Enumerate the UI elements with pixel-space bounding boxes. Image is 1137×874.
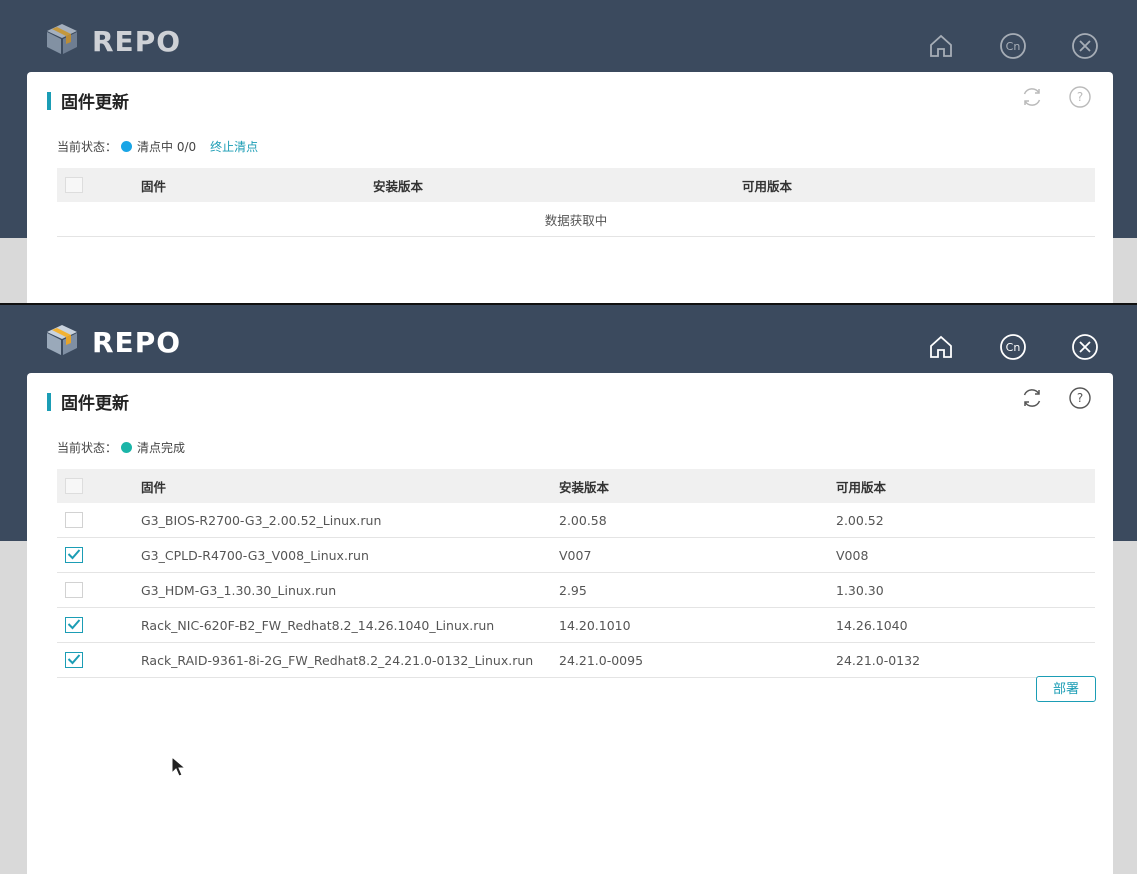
status-text: 清点完成 <box>137 441 186 455</box>
home-icon[interactable] <box>921 327 961 367</box>
status-dot <box>121 141 133 152</box>
status-label: 当前状态： <box>57 441 118 455</box>
title-accent-bar <box>47 91 51 110</box>
screenshot-complete: REPO Cn 固件更新 ? 当前状态： 清点完成 固件 安装版本 可用版本 G… <box>0 305 1137 874</box>
header-actions: Cn <box>921 327 1105 367</box>
mouse-cursor-icon <box>170 755 188 782</box>
firmware-update-panel: 固件更新 ? 当前状态： 清点中 0/0 终止清点 固件 安装版本 可用版本 数… <box>27 72 1113 303</box>
loading-row: 数据获取中 <box>57 202 1095 237</box>
table-row[interactable]: G3_BIOS-R2700-G3_2.00.52_Linux.run 2.00.… <box>57 503 1095 538</box>
installed-version: 14.20.1010 <box>558 607 835 643</box>
available-version: 1.30.30 <box>835 572 1095 608</box>
select-all-checkbox[interactable] <box>65 177 83 194</box>
col-installed: 安装版本 <box>372 168 741 202</box>
panel-actions: ? <box>1019 84 1093 110</box>
svg-text:?: ? <box>1077 391 1083 405</box>
status-line: 当前状态： 清点完成 <box>57 439 185 456</box>
firmware-table: 固件 安装版本 可用版本 G3_BIOS-R2700-G3_2.00.52_Li… <box>57 469 1095 678</box>
firmware-name: G3_HDM-G3_1.30.30_Linux.run <box>140 572 558 608</box>
col-installed: 安装版本 <box>558 469 835 503</box>
table-row[interactable]: G3_CPLD-R4700-G3_V008_Linux.run V007 V00… <box>57 537 1095 573</box>
installed-version: V007 <box>558 537 835 573</box>
installed-version: 2.00.58 <box>558 503 835 538</box>
table-row[interactable]: G3_HDM-G3_1.30.30_Linux.run 2.95 1.30.30 <box>57 572 1095 608</box>
check-icon <box>67 619 81 630</box>
col-available: 可用版本 <box>835 469 1095 503</box>
check-icon <box>67 549 81 560</box>
panel-actions: ? <box>1019 385 1093 411</box>
row-checkbox[interactable] <box>65 652 83 669</box>
col-firmware: 固件 <box>140 168 372 202</box>
screenshot-scanning: REPO Cn 固件更新 ? 当前状态： 清点中 0/0 终止清点 固件 安装版… <box>0 0 1137 305</box>
brand: REPO <box>44 323 181 361</box>
firmware-update-panel: 固件更新 ? 当前状态： 清点完成 固件 安装版本 可用版本 G3_BIOS-R… <box>27 373 1113 874</box>
panel-title-text: 固件更新 <box>61 394 129 414</box>
close-icon[interactable] <box>1065 327 1105 367</box>
firmware-name: Rack_NIC-620F-B2_FW_Redhat8.2_14.26.1040… <box>140 607 558 643</box>
loading-text: 数据获取中 <box>57 202 1095 237</box>
brand-name: REPO <box>92 325 182 359</box>
select-all-checkbox[interactable] <box>65 478 83 495</box>
installed-version: 2.95 <box>558 572 835 608</box>
col-available: 可用版本 <box>741 168 1095 202</box>
available-version: 24.21.0-0132 <box>835 642 1095 678</box>
header-actions: Cn <box>921 26 1105 66</box>
panel-title: 固件更新 <box>47 88 129 113</box>
refresh-icon[interactable] <box>1019 84 1045 110</box>
firmware-name: Rack_RAID-9361-8i-2G_FW_Redhat8.2_24.21.… <box>140 642 558 678</box>
home-icon[interactable] <box>921 26 961 66</box>
deploy-button[interactable]: 部署 <box>1036 676 1096 702</box>
repo-logo-icon <box>44 22 80 60</box>
svg-text:Cn: Cn <box>1006 40 1021 53</box>
available-version: 14.26.1040 <box>835 607 1095 643</box>
refresh-icon[interactable] <box>1019 385 1045 411</box>
installed-version: 24.21.0-0095 <box>558 642 835 678</box>
row-checkbox[interactable] <box>65 547 83 564</box>
brand: REPO <box>44 22 181 60</box>
table-header-row: 固件 安装版本 可用版本 <box>57 168 1095 202</box>
panel-title: 固件更新 <box>47 389 129 414</box>
row-checkbox[interactable] <box>65 617 83 634</box>
table-header-row: 固件 安装版本 可用版本 <box>57 469 1095 503</box>
firmware-table: 固件 安装版本 可用版本 数据获取中 <box>57 168 1095 237</box>
close-icon[interactable] <box>1065 26 1105 66</box>
firmware-name: G3_BIOS-R2700-G3_2.00.52_Linux.run <box>140 503 558 538</box>
row-checkbox[interactable] <box>65 582 83 599</box>
status-line: 当前状态： 清点中 0/0 终止清点 <box>57 138 258 155</box>
status-dot <box>121 442 133 453</box>
title-accent-bar <box>47 392 51 411</box>
help-icon[interactable]: ? <box>1067 385 1093 411</box>
help-icon[interactable]: ? <box>1067 84 1093 110</box>
available-version: V008 <box>835 537 1095 573</box>
col-firmware: 固件 <box>140 469 558 503</box>
status-label: 当前状态： <box>57 140 118 154</box>
row-checkbox[interactable] <box>65 512 83 529</box>
available-version: 2.00.52 <box>835 503 1095 538</box>
status-text: 清点中 0/0 <box>137 140 197 154</box>
stop-scan-link[interactable]: 终止清点 <box>210 138 258 155</box>
brand-name: REPO <box>92 24 182 58</box>
panel-title-text: 固件更新 <box>61 93 129 113</box>
table-row[interactable]: Rack_NIC-620F-B2_FW_Redhat8.2_14.26.1040… <box>57 607 1095 643</box>
firmware-name: G3_CPLD-R4700-G3_V008_Linux.run <box>140 537 558 573</box>
svg-text:Cn: Cn <box>1006 341 1021 354</box>
check-icon <box>67 654 81 665</box>
language-cn-icon[interactable]: Cn <box>993 26 1033 66</box>
svg-text:?: ? <box>1077 90 1083 104</box>
table-row[interactable]: Rack_RAID-9361-8i-2G_FW_Redhat8.2_24.21.… <box>57 642 1095 678</box>
language-cn-icon[interactable]: Cn <box>993 327 1033 367</box>
repo-logo-icon <box>44 323 80 361</box>
firmware-rows: G3_BIOS-R2700-G3_2.00.52_Linux.run 2.00.… <box>57 503 1095 678</box>
